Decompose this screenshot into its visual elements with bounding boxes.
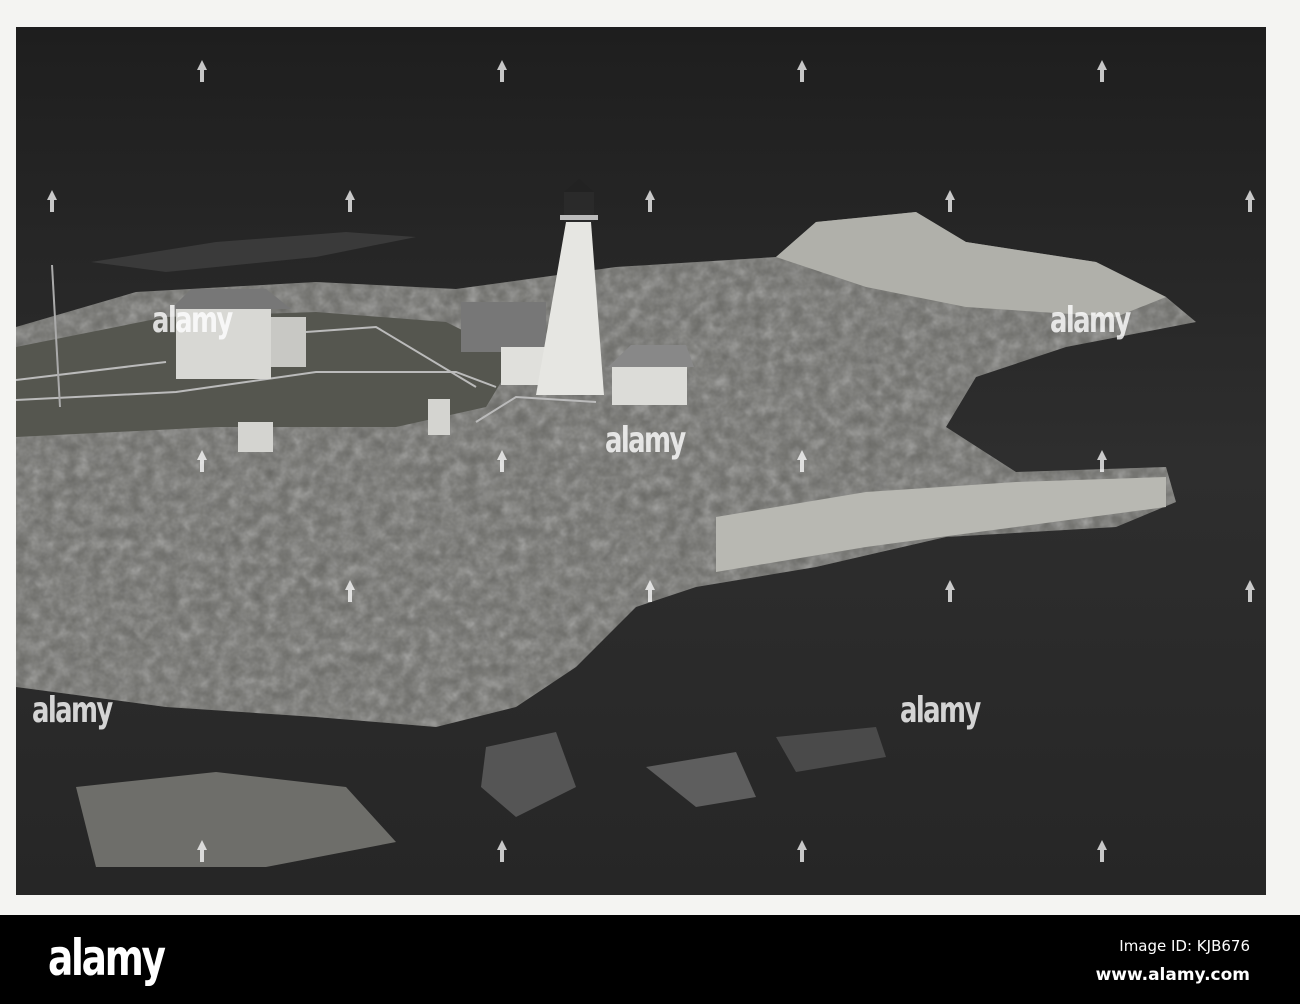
alamy-logo[interactable]: alamy [48,929,166,987]
privy [428,399,450,435]
image-id: Image ID: KJB676 [1119,937,1250,955]
lighthouse-aerial-photo [16,27,1266,895]
footer-bar: alamy Image ID: KJB676 www.alamy.com [0,915,1300,1004]
shed [461,302,546,352]
photo-print: alamy alamy alamy alamy alamy [0,0,1300,915]
site-link[interactable]: www.alamy.com [1096,965,1250,985]
outbuilding [238,422,273,452]
